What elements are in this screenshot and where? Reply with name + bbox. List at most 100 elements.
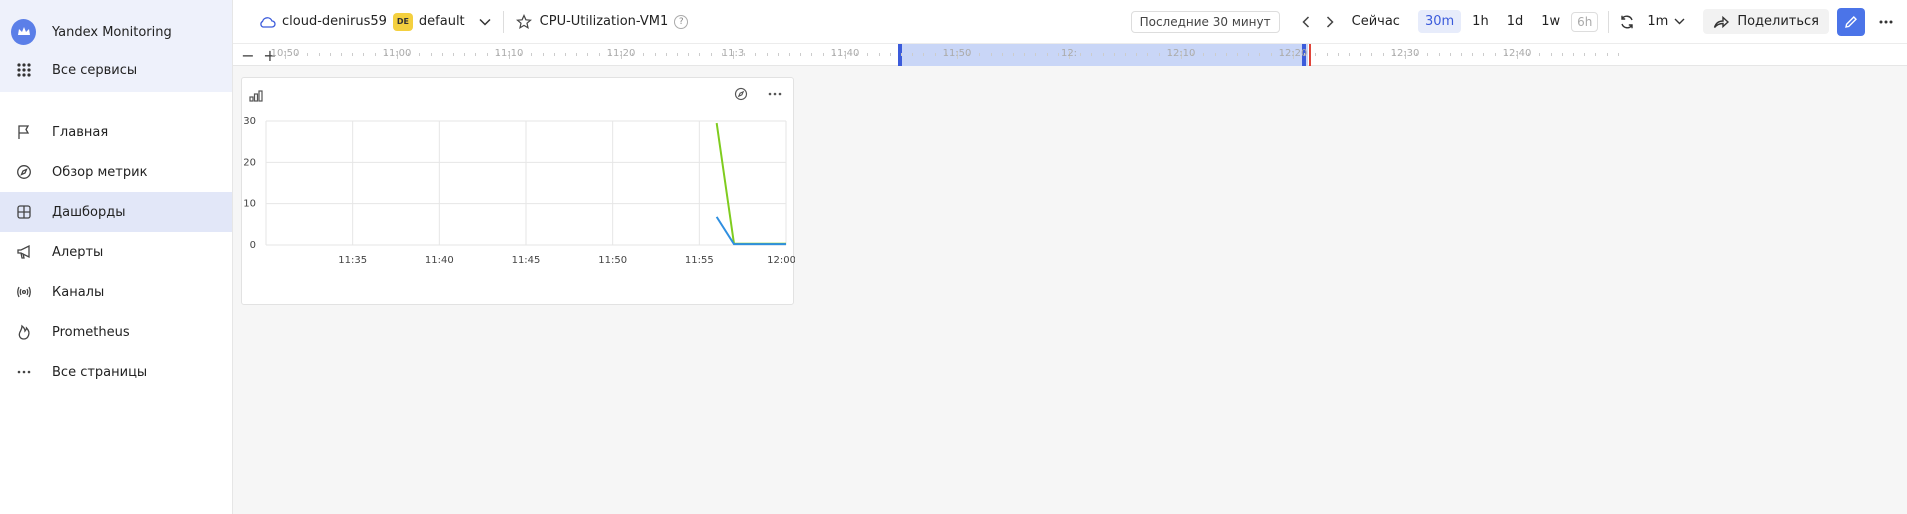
timeline-tick bbox=[486, 53, 488, 56]
chevron-right-icon[interactable] bbox=[1318, 15, 1342, 28]
timeline-tick bbox=[1483, 53, 1485, 56]
timeline-tick bbox=[307, 53, 309, 56]
sidebar-item-dashboards[interactable]: Дашборды bbox=[0, 192, 232, 232]
timeline-tick bbox=[878, 53, 880, 56]
timeline-tick bbox=[1080, 53, 1082, 56]
yandex-monitoring-logo-icon bbox=[11, 19, 36, 45]
timeline-tick bbox=[1472, 53, 1474, 56]
now-button[interactable]: Сейчас bbox=[1352, 14, 1400, 29]
timeline-tick bbox=[475, 53, 477, 56]
share-button[interactable]: Поделиться bbox=[1703, 9, 1829, 34]
timeline-tick bbox=[777, 53, 779, 56]
chevron-down-icon[interactable] bbox=[479, 18, 491, 26]
timeline-tick bbox=[1606, 53, 1608, 56]
timeline-tick bbox=[665, 53, 667, 56]
timeline-tick bbox=[419, 53, 421, 56]
x-tick-label: 11:35 bbox=[338, 255, 367, 266]
share-arrow-icon bbox=[1713, 15, 1730, 29]
line-chart[interactable]: 0 10 20 30 11:35 11:40 11:45 11:50 11:55 12:00 bbox=[242, 78, 795, 306]
timeline-tick bbox=[811, 53, 813, 56]
all-services-button[interactable]: Все сервисы bbox=[0, 50, 232, 90]
timeline-tick bbox=[1125, 53, 1126, 56]
timeline-tick bbox=[1259, 53, 1261, 56]
sidebar-item-label: Prometheus bbox=[52, 324, 130, 340]
ellipsis-icon bbox=[12, 360, 36, 384]
timeline-scrubber[interactable]: − + 10:50 11:00 11:10 11:20 11:3 11:40 11:50 12… bbox=[233, 44, 1907, 66]
timeline-tick bbox=[1539, 53, 1541, 56]
timeline-tick bbox=[1113, 53, 1115, 56]
timeline-tick bbox=[374, 53, 376, 56]
timeline-tick bbox=[1237, 53, 1238, 56]
range-30m-button[interactable]: 30m bbox=[1417, 10, 1462, 33]
breadcrumb: cloud-denirus59 DE default bbox=[258, 12, 491, 31]
timeline-tick bbox=[1147, 53, 1149, 56]
time-period-selector[interactable]: Последние 30 минут bbox=[1130, 10, 1280, 33]
timeline-tick bbox=[1584, 53, 1586, 56]
timeline-tick bbox=[1349, 53, 1350, 56]
star-icon[interactable] bbox=[515, 13, 532, 30]
timeline-tick bbox=[789, 53, 790, 56]
range-6h-button[interactable]: 6h bbox=[1571, 11, 1599, 32]
y-tick-label: 20 bbox=[243, 157, 256, 168]
timeline-label: 10:50 bbox=[270, 48, 300, 59]
sidebar-item-home[interactable]: Главная bbox=[0, 112, 232, 152]
timeline-tick bbox=[464, 53, 466, 56]
x-tick-label: 11:45 bbox=[512, 255, 541, 266]
chevron-left-icon[interactable] bbox=[1294, 15, 1318, 28]
range-1w-button[interactable]: 1w bbox=[1534, 10, 1567, 33]
chevron-down-icon[interactable] bbox=[1674, 18, 1685, 25]
timeline-tick bbox=[587, 53, 589, 56]
timeline-tick bbox=[677, 53, 678, 56]
sidebar-item-prometheus[interactable]: Prometheus bbox=[0, 312, 232, 352]
timeline-tick bbox=[710, 53, 712, 56]
timeline-tick bbox=[1001, 53, 1003, 56]
sidebar-item-all-pages[interactable]: Все страницы bbox=[0, 352, 232, 392]
timeline-tick bbox=[1427, 53, 1429, 56]
zoom-out-button[interactable]: − bbox=[237, 46, 259, 65]
timeline-tick bbox=[598, 53, 600, 56]
range-1h-button[interactable]: 1h bbox=[1465, 10, 1496, 33]
y-tick-label: 30 bbox=[243, 116, 256, 127]
edit-button[interactable] bbox=[1837, 7, 1865, 36]
series-line-1 bbox=[715, 216, 786, 246]
share-label: Поделиться bbox=[1737, 14, 1819, 29]
refresh-icon[interactable] bbox=[1619, 14, 1635, 30]
timeline-tick bbox=[1337, 53, 1339, 56]
sidebar-header: Yandex Monitoring Все сервисы bbox=[0, 0, 232, 92]
app-title: Yandex Monitoring bbox=[52, 24, 172, 40]
folder-name-link[interactable]: default bbox=[419, 14, 465, 29]
refresh-interval-select[interactable]: 1m bbox=[1647, 14, 1668, 29]
timeline-tick bbox=[565, 53, 566, 56]
more-options-icon[interactable] bbox=[1879, 20, 1893, 24]
cloud-name-link[interactable]: cloud-denirus59 bbox=[282, 14, 387, 29]
timeline-tick bbox=[441, 53, 443, 56]
timeline-tick bbox=[1214, 53, 1216, 56]
all-services-label: Все сервисы bbox=[52, 62, 138, 78]
sidebar-item-metrics-overview[interactable]: Обзор метрик bbox=[0, 152, 232, 192]
app-home-link[interactable]: Yandex Monitoring bbox=[0, 14, 232, 50]
sidebar-item-channels[interactable]: Каналы bbox=[0, 272, 232, 312]
y-tick-label: 10 bbox=[243, 199, 256, 210]
divider bbox=[1608, 10, 1610, 33]
range-1d-button[interactable]: 1d bbox=[1500, 10, 1531, 33]
timeline-tick bbox=[1225, 53, 1227, 56]
timeline-label: 11:10 bbox=[494, 48, 524, 59]
timeline-tick bbox=[1438, 53, 1440, 56]
dashboard-title-group: CPU-Utilization-VM1 ? bbox=[515, 13, 689, 30]
timeline-tick bbox=[1248, 53, 1250, 56]
timeline-tick bbox=[766, 53, 768, 56]
timeline-tick bbox=[1035, 53, 1037, 56]
timeline-tick bbox=[1326, 53, 1328, 56]
help-icon[interactable]: ? bbox=[674, 14, 689, 29]
timeline-tick bbox=[1013, 53, 1014, 56]
timeline-tick bbox=[990, 53, 992, 56]
sidebar-item-alerts[interactable]: Алерты bbox=[0, 232, 232, 272]
timeline-tick bbox=[1617, 53, 1619, 56]
divider bbox=[502, 10, 504, 33]
timeline-tick bbox=[1102, 53, 1104, 56]
timeline-tick bbox=[453, 53, 454, 56]
timeline-tick bbox=[1595, 53, 1597, 56]
timeline-tick bbox=[1360, 53, 1362, 56]
timeline-tick bbox=[363, 53, 365, 56]
megaphone-icon bbox=[12, 240, 36, 264]
